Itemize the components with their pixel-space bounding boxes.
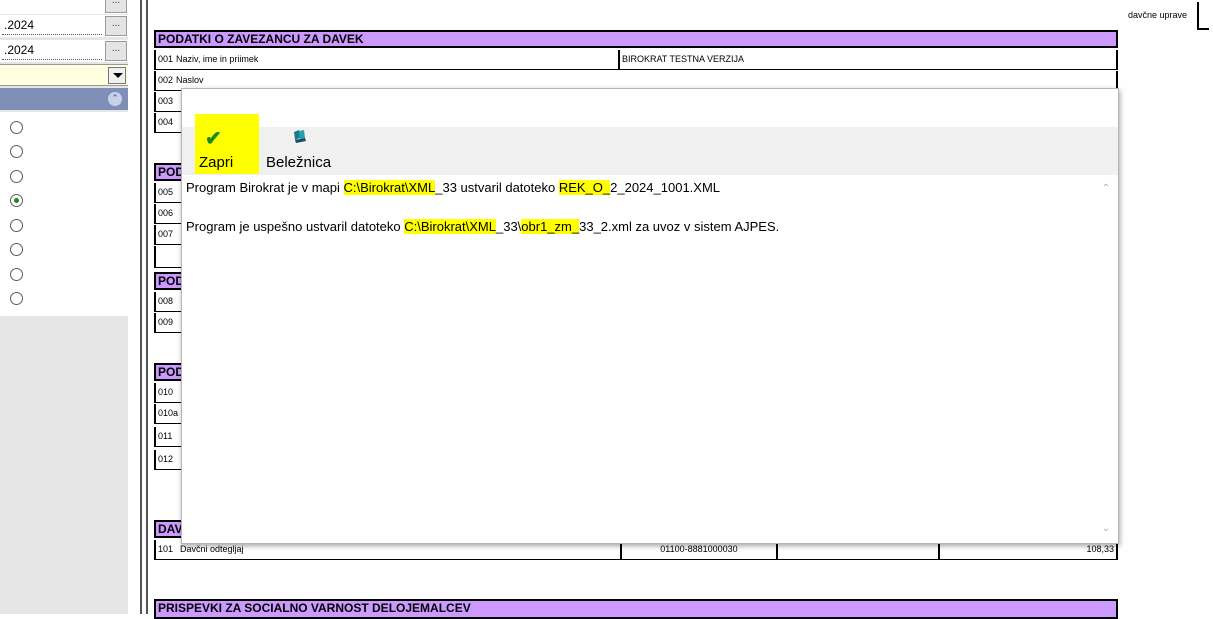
divider bbox=[146, 0, 148, 614]
dropdown-arrow-icon[interactable] bbox=[108, 67, 126, 84]
row-label: Naziv, ime in priimek bbox=[176, 54, 259, 64]
row-code: 012 bbox=[158, 454, 174, 464]
row-code: 101 bbox=[158, 544, 174, 554]
message-area: Program Birokrat je v mapi C:\Birokrat\X… bbox=[186, 177, 1094, 537]
radio-list bbox=[0, 112, 128, 316]
row-code: 009 bbox=[158, 317, 174, 327]
row-code: 004 bbox=[158, 117, 174, 127]
section-header-contributions: PRISPEVKI ZA SOCIALNO VARNOST DELOJEMALC… bbox=[154, 599, 1118, 619]
date-row-partial: ... bbox=[0, 0, 128, 14]
msg-text: _33\ bbox=[495, 219, 522, 234]
tax-office-label: davčne uprave bbox=[1128, 10, 1188, 20]
row-code: 002 bbox=[158, 75, 174, 85]
msg-text: 2_2024_1001.XML bbox=[610, 180, 721, 195]
row-code: 001 bbox=[158, 54, 174, 64]
message-line-1: Program Birokrat je v mapi C:\Birokrat\X… bbox=[186, 180, 720, 195]
date-picker-button[interactable]: ... bbox=[105, 41, 127, 61]
group-header: ⌃ bbox=[0, 88, 128, 110]
row-code: 007 bbox=[158, 229, 174, 239]
msg-file-highlight: obr1_zm_ bbox=[521, 219, 580, 234]
amount-value: 108,33 bbox=[1086, 544, 1114, 554]
row-code: 010a bbox=[158, 408, 179, 418]
radio-option[interactable] bbox=[10, 268, 23, 281]
close-button-label: Zapri bbox=[199, 154, 234, 171]
close-button[interactable]: ✔ Zapri bbox=[195, 114, 259, 174]
divider bbox=[140, 0, 142, 614]
row-code: 006 bbox=[158, 208, 174, 218]
radio-option-selected[interactable] bbox=[10, 194, 23, 207]
date-row[interactable]: .2024 ... bbox=[0, 40, 128, 62]
left-panel: ... .2024 ... .2024 ... ⌃ bbox=[0, 0, 128, 614]
date-field[interactable]: .2024 bbox=[4, 18, 34, 32]
row-label: Davčni odtegljaj bbox=[180, 544, 244, 554]
dialog-toolbar: ✔ Zapri Beležnica bbox=[182, 114, 1118, 175]
scroll-up-icon[interactable]: ⌃ bbox=[1100, 183, 1112, 195]
vertical-scrollbar[interactable]: ⌃ ⌄ bbox=[1096, 177, 1116, 541]
radio-option[interactable] bbox=[10, 292, 23, 305]
notepad-button[interactable]: Beležnica bbox=[266, 127, 346, 175]
radio-option[interactable] bbox=[10, 243, 23, 256]
dropdown-select[interactable] bbox=[0, 64, 128, 86]
date-underline bbox=[2, 59, 102, 60]
section-header-payer: PODATKI O ZAVEZANCU ZA DAVEK bbox=[154, 30, 1118, 48]
notepad-icon bbox=[294, 130, 306, 143]
radio-option[interactable] bbox=[10, 170, 23, 183]
date-picker-button[interactable]: ... bbox=[105, 0, 127, 13]
date-underline bbox=[2, 34, 102, 35]
message-dialog: ✔ Zapri Beležnica Program Birokrat je v … bbox=[181, 88, 1119, 544]
radio-option[interactable] bbox=[10, 145, 23, 158]
date-field[interactable]: .2024 bbox=[4, 43, 34, 57]
msg-text: Program je uspešno ustvaril datoteko bbox=[186, 219, 405, 234]
checkmark-icon: ✔ bbox=[205, 128, 222, 150]
row-code: 011 bbox=[158, 431, 173, 441]
msg-path-highlight: C:\Birokrat\XML bbox=[343, 180, 436, 195]
row-code: 008 bbox=[158, 296, 174, 306]
tax-office-field[interactable] bbox=[1197, 2, 1209, 30]
notepad-button-label: Beležnica bbox=[266, 154, 332, 171]
msg-path-highlight: C:\Birokrat\XML bbox=[404, 219, 496, 234]
row-code: 005 bbox=[158, 187, 174, 197]
row-code: 010 bbox=[158, 387, 174, 397]
scroll-down-icon[interactable]: ⌄ bbox=[1100, 523, 1112, 535]
collapse-icon[interactable]: ⌃ bbox=[108, 92, 122, 106]
row-value: BIROKRAT TESTNA VERZIJA bbox=[622, 54, 745, 64]
radio-option[interactable] bbox=[10, 219, 23, 232]
msg-text: Program Birokrat je v mapi bbox=[186, 180, 344, 195]
account-number: 01100-8881000030 bbox=[660, 544, 738, 554]
form-row: 001 Naziv, ime in priimek BIROKRAT TESTN… bbox=[154, 50, 1118, 70]
row-label: Naslov bbox=[176, 75, 204, 85]
msg-text: 33_2.xml za uvoz v sistem AJPES. bbox=[579, 219, 780, 234]
msg-file-highlight: REK_O_ bbox=[558, 180, 611, 195]
date-row[interactable]: .2024 ... bbox=[0, 15, 128, 37]
date-picker-button[interactable]: ... bbox=[105, 16, 127, 36]
msg-text: _33 ustvaril datoteko bbox=[435, 180, 559, 195]
row-code: 003 bbox=[158, 96, 174, 106]
radio-option[interactable] bbox=[10, 121, 23, 134]
message-line-2: Program je uspešno ustvaril datoteko C:\… bbox=[186, 219, 779, 234]
